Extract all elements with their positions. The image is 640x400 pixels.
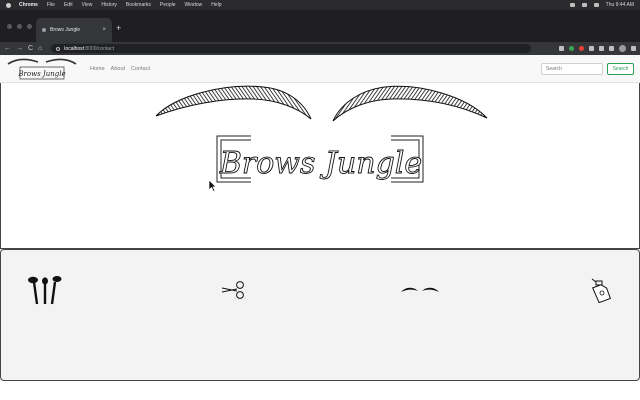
tab-title: Brows Jungle — [50, 27, 81, 33]
apple-icon[interactable] — [6, 2, 11, 8]
window-controls — [7, 24, 32, 29]
reload-button[interactable]: C — [28, 42, 33, 55]
brand-logo-text: Brows Jungle — [17, 70, 65, 78]
url-host: localhost — [64, 45, 85, 52]
menu-window[interactable]: Window — [185, 2, 203, 8]
menu-app-name[interactable]: Chrome — [19, 2, 38, 8]
minimize-window-icon[interactable] — [17, 24, 22, 29]
nav-about-link[interactable]: About — [111, 66, 125, 72]
close-window-icon[interactable] — [7, 24, 12, 29]
hero-logo: Brows Jungle — [155, 85, 488, 187]
menu-file[interactable]: File — [47, 2, 55, 8]
chrome-menu-icon[interactable] — [631, 46, 636, 51]
site-info-icon[interactable] — [56, 46, 61, 51]
battery-icon[interactable] — [593, 3, 599, 7]
brand-logo[interactable]: Brows Jungle — [6, 56, 78, 82]
extension-puzzle-icon[interactable] — [599, 46, 604, 51]
menu-clock[interactable]: Thu 9:44 AM — [606, 2, 634, 8]
mouse-cursor-icon — [208, 179, 217, 192]
browser-tab[interactable]: Brows Jungle × — [36, 18, 112, 42]
address-bar[interactable]: localhost :8000/contact — [51, 44, 532, 53]
menu-history[interactable]: History — [101, 2, 117, 8]
new-tab-button[interactable]: + — [116, 23, 121, 33]
extension-menu-icon[interactable] — [609, 46, 614, 51]
os-menu-bar: Chrome File Edit View History Bookmarks … — [0, 0, 640, 10]
wifi-icon[interactable] — [581, 3, 587, 7]
favicon-icon — [42, 28, 46, 32]
right-eyebrow-icon — [332, 85, 488, 122]
site-nav-links: Home About Contact — [90, 66, 150, 72]
extension-red-icon[interactable] — [579, 46, 584, 51]
scissors-icon — [221, 281, 244, 299]
url-path: :8000/contact — [84, 45, 115, 52]
browser-tab-strip: Brows Jungle × + — [0, 10, 640, 42]
extension-icon[interactable] — [589, 46, 594, 51]
profile-avatar-icon[interactable] — [619, 45, 626, 52]
spray-bottle-icon — [591, 278, 612, 303]
page-bottom-area — [0, 381, 640, 400]
search-input[interactable] — [541, 62, 603, 75]
menu-help[interactable]: Help — [211, 2, 221, 8]
nav-home-link[interactable]: Home — [90, 66, 105, 72]
left-eyebrow-icon — [155, 85, 312, 120]
menu-edit[interactable]: Edit — [64, 2, 73, 8]
extension-green-icon[interactable] — [569, 46, 574, 51]
nav-contact-link[interactable]: Contact — [131, 66, 150, 72]
menu-view[interactable]: View — [82, 2, 93, 8]
back-button[interactable]: ← — [4, 42, 11, 55]
home-button[interactable]: ⌂ — [38, 42, 42, 55]
hero-banner: Brows Jungle — [0, 83, 640, 249]
eyebrows-icon — [401, 287, 439, 292]
extension-icons — [559, 45, 636, 52]
status-icon[interactable] — [569, 3, 575, 7]
browser-toolbar: ← → C ⌂ localhost :8000/contact — [0, 42, 640, 55]
maximize-window-icon[interactable] — [27, 24, 32, 29]
makeup-brushes-icon — [28, 276, 62, 305]
bookmark-star-icon[interactable] — [559, 46, 564, 51]
site-navbar: Brows Jungle Home About Contact Search — [0, 55, 640, 83]
search-button[interactable]: Search — [607, 62, 634, 75]
forward-button[interactable]: → — [16, 42, 23, 55]
menu-people[interactable]: People — [160, 2, 176, 8]
menu-bookmarks[interactable]: Bookmarks — [126, 2, 151, 8]
services-panel — [0, 249, 640, 381]
hero-logo-text: Brows Jungle — [219, 146, 422, 181]
close-tab-icon[interactable]: × — [102, 27, 106, 33]
